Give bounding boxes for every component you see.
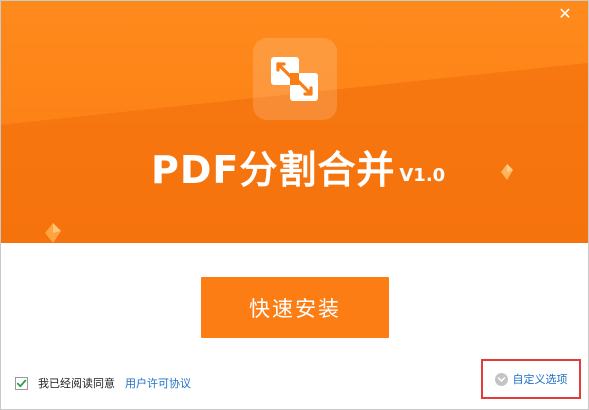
license-link[interactable]: 用户许可协议 bbox=[125, 375, 191, 391]
app-version: V1.0 bbox=[399, 165, 446, 186]
pdf-split-merge-icon bbox=[253, 38, 337, 120]
quick-install-button[interactable]: 快速安装 bbox=[201, 277, 389, 338]
hero-banner: ✕ PDF分割合并 V1.0 bbox=[1, 1, 588, 243]
license-agreement: 我已经阅读同意 用户许可协议 bbox=[15, 375, 191, 391]
installer-window: ✕ PDF分割合并 V1.0 快速安装 我已经阅读同意 用户许可协议 自定义选项 bbox=[0, 0, 589, 410]
chevron-down-icon bbox=[494, 372, 508, 386]
app-title: PDF分割合并 V1.0 bbox=[151, 143, 445, 193]
agree-checkbox[interactable] bbox=[15, 376, 28, 390]
close-button[interactable]: ✕ bbox=[556, 5, 574, 23]
agree-label: 我已经阅读同意 bbox=[38, 377, 115, 390]
custom-options-label: 自定义选项 bbox=[512, 373, 568, 386]
decorative-gem-left bbox=[45, 223, 61, 243]
custom-options-button[interactable]: 自定义选项 bbox=[481, 359, 581, 399]
decorative-gem-right bbox=[501, 164, 513, 180]
app-name: PDF分割合并 bbox=[151, 148, 396, 192]
checkmark-icon bbox=[16, 379, 27, 387]
